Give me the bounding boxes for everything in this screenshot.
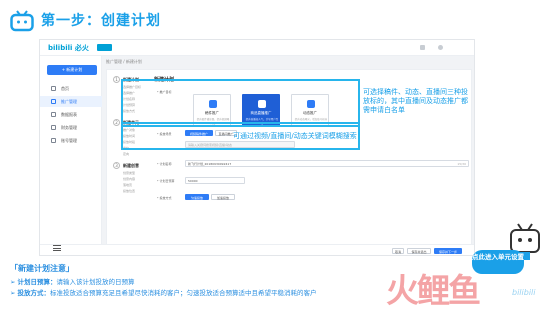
watermark-bilibili: bilibili [512,288,536,297]
save-exit-button[interactable]: 保存并退出 [407,248,431,254]
goal-highlight-box [121,79,360,127]
step-sub[interactable]: 创意内容 [123,177,135,181]
promotion-icon [51,99,56,104]
save-next-button[interactable]: 保存并下一步 [434,248,462,254]
unit-settings-bubble[interactable]: 点此进入单元设置 [472,250,524,274]
annotation-goals: 可选择稿件、动态、直播间三种投放标的，其中直播间及动态推广都需申请白名单 [363,88,468,114]
sidebar-item-promotion[interactable]: 推广管理 [40,96,102,107]
step-number: 3 [113,162,120,169]
watermark-logo: 火鲤鱼 [386,271,481,310]
budget-label: * 计划日预算 [157,179,175,183]
breadcrumb: 推广管理 / 新建计划 [106,59,142,64]
mode-tab-fast[interactable]: 加速投放 [211,194,235,200]
notification-icon[interactable] [420,45,425,50]
sidebar-item-home[interactable]: 首页 [40,83,102,94]
plan-name-input[interactable]: 新飞行计划_20180930092417 15/30 [185,160,469,167]
app-logo: bilibili 必火 [48,44,89,52]
step-sub[interactable]: 创意类型 [123,171,135,175]
avatar[interactable] [438,45,443,50]
sidebar-item-account[interactable]: 账号管理 [40,135,102,146]
account-icon [51,138,56,143]
budget-input[interactable]: 50000 [185,177,245,184]
slide-title: 第一步：创建计划 [41,13,161,29]
step-sub[interactable]: 定向 [123,152,129,156]
home-icon [51,86,56,91]
sidebar: + 新建计划 首页 推广管理 数据报表 财务管理 账号管理 [40,56,102,255]
slide-header: 第一步：创建计划 [0,0,553,40]
logo-tag [97,44,112,51]
sidebar-item-finance[interactable]: 财务管理 [40,122,102,133]
cancel-button[interactable]: 取消 [392,248,404,254]
finance-icon [51,125,56,130]
step-number: 1 [113,76,120,83]
notes-section: 「新建计划注意」 ➢ 计划日预算：请输入该计划投放的日预算 ➢ 投放方式：标准投… [10,263,430,299]
sidebar-item-reports[interactable]: 数据报表 [40,109,102,120]
note-mode: ➢ 投放方式：标准投放适合预算充足且希望尽快消耗的客户；匀速投放适合预算适中且希… [10,289,317,297]
menu-icon[interactable] [53,245,61,251]
notes-title: 「新建计划注意」 [10,264,74,273]
bottom-action-bar: 取消 保存并退出 保存并下一步 [40,244,474,255]
app-topbar: bilibili 必火 [40,40,474,56]
step-number: 2 [113,119,120,126]
plan-name-label: * 计划名称 [157,162,172,166]
report-icon [51,112,56,117]
step-sub[interactable]: 落地页 [123,183,132,187]
new-plan-button[interactable]: + 新建计划 [47,65,97,75]
bilibili-tv-icon [10,10,34,32]
mode-tab-even[interactable]: 匀速投放 [185,194,209,200]
mode-label: * 投放方式 [157,196,172,200]
note-budget: ➢ 计划日预算：请输入该计划投放的日预算 [10,278,135,286]
annotation-search: 可通过视频/直播间/动态关键词模糊搜索 [233,132,357,140]
step-sub[interactable]: 投放位置 [123,189,135,193]
step-label[interactable]: 新建创意 [123,163,139,169]
